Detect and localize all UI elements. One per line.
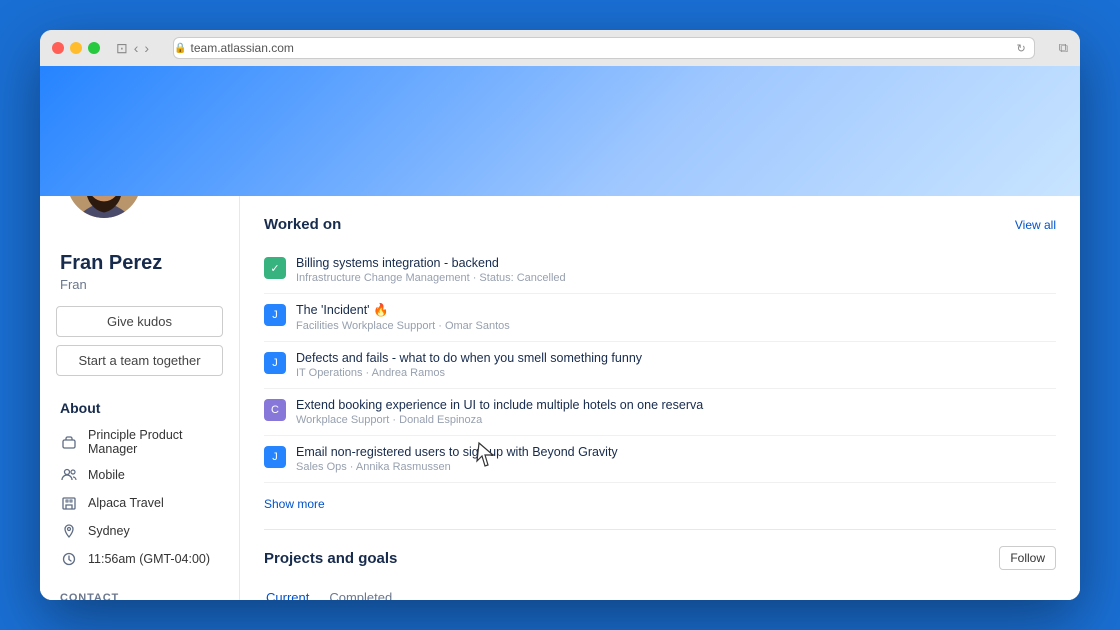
show-more-link[interactable]: Show more: [264, 491, 1056, 525]
lock-icon: 🔒: [174, 43, 186, 54]
sidebar: Fran Perez Fran Give kudos Start a team …: [40, 196, 240, 600]
close-button[interactable]: [52, 42, 64, 54]
back-button[interactable]: ‹: [134, 40, 139, 57]
work-item-meta-2: IT Operations · Andrea Ramos: [296, 367, 1056, 379]
location-text: Sydney: [88, 524, 130, 538]
work-item-icon-3: C: [264, 399, 286, 421]
traffic-lights: [52, 42, 100, 54]
minimize-button[interactable]: [70, 42, 82, 54]
work-item-icon-1: J: [264, 304, 286, 326]
projects-header: Projects and goals Follow: [264, 546, 1056, 570]
work-item-icon-4: J: [264, 446, 286, 468]
start-team-button[interactable]: Start a team together: [56, 345, 223, 376]
work-item-text-2: Defects and fails - what to do when you …: [296, 351, 1056, 379]
work-item-icon-2: J: [264, 352, 286, 374]
work-item-text-0: Billing systems integration - backend In…: [296, 256, 1056, 284]
address-bar[interactable]: 🔒 team.atlassian.com ↻: [173, 37, 1035, 59]
work-item-title-2[interactable]: Defects and fails - what to do when you …: [296, 351, 1056, 365]
main-content: Worked on View all ✓ Billing systems int…: [240, 196, 1080, 600]
work-item-title-4[interactable]: Email non-registered users to sign up wi…: [296, 445, 1056, 459]
table-row: C Extend booking experience in UI to inc…: [264, 389, 1056, 436]
reload-icon[interactable]: ↻: [1016, 42, 1025, 55]
page-body: Fran Perez Fran Give kudos Start a team …: [40, 196, 1080, 600]
team-text: Mobile: [88, 468, 125, 482]
table-row: ✓ Billing systems integration - backend …: [264, 247, 1056, 294]
profile-username: Fran: [40, 277, 239, 306]
briefcase-icon: [60, 433, 78, 451]
work-item-title-1[interactable]: The 'Incident' 🔥: [296, 303, 1056, 318]
clock-icon: [60, 550, 78, 568]
work-item-meta-3: Workplace Support · Donald Espinoza: [296, 414, 1056, 426]
mac-window: ⊡ ‹ › 🔒 team.atlassian.com ↻ ⧉: [40, 30, 1080, 600]
worked-on-title: Worked on: [264, 216, 341, 233]
team-item: Mobile: [60, 466, 219, 484]
about-title: About: [60, 400, 219, 416]
company-item: Alpaca Travel: [60, 494, 219, 512]
sidebar-top-spacer: [40, 196, 239, 240]
work-item-icon-0: ✓: [264, 257, 286, 279]
section-divider: [264, 529, 1056, 530]
titlebar: ⊡ ‹ › 🔒 team.atlassian.com ↻ ⧉: [40, 30, 1080, 66]
work-item-text-3: Extend booking experience in UI to inclu…: [296, 398, 1056, 426]
avatar-container: [64, 196, 144, 221]
work-item-meta-1: Facilities Workplace Support · Omar Sant…: [296, 320, 1056, 332]
forward-button[interactable]: ›: [144, 40, 149, 57]
about-section: About Principle Product Manager: [40, 392, 239, 582]
job-title-item: Principle Product Manager: [60, 428, 219, 456]
tab-bar: Current Completed: [264, 584, 1056, 600]
view-all-link[interactable]: View all: [1015, 218, 1056, 232]
job-title-text: Principle Product Manager: [88, 428, 219, 456]
people-icon: [60, 466, 78, 484]
work-item-meta-0: Infrastructure Change Management · Statu…: [296, 272, 1056, 284]
pip-button[interactable]: ⧉: [1059, 40, 1068, 56]
table-row: J Email non-registered users to sign up …: [264, 436, 1056, 483]
url-text: team.atlassian.com: [191, 41, 294, 55]
work-item-text-1: The 'Incident' 🔥 Facilities Workplace Su…: [296, 303, 1056, 332]
follow-button[interactable]: Follow: [999, 546, 1056, 570]
avatar: [64, 196, 144, 221]
work-item-text-4: Email non-registered users to sign up wi…: [296, 445, 1056, 473]
time-text: 11:56am (GMT-04:00): [88, 552, 210, 566]
contact-title: CONTACT: [60, 592, 219, 600]
time-item: 11:56am (GMT-04:00): [60, 550, 219, 568]
tab-completed[interactable]: Completed: [327, 584, 394, 600]
projects-title: Projects and goals: [264, 550, 397, 567]
sidebar-buttons: Give kudos Start a team together: [40, 306, 239, 376]
sidebar-icon[interactable]: ⊡: [116, 40, 128, 57]
profile-name: Fran Perez: [40, 240, 239, 277]
company-text: Alpaca Travel: [88, 496, 164, 510]
table-row: J Defects and fails - what to do when yo…: [264, 342, 1056, 389]
maximize-button[interactable]: [88, 42, 100, 54]
building-icon: [60, 494, 78, 512]
profile-banner: [40, 66, 1080, 196]
work-items-list: ✓ Billing systems integration - backend …: [264, 247, 1056, 483]
nav-controls: ⊡ ‹ ›: [116, 40, 149, 57]
page-content: Fran Perez Fran Give kudos Start a team …: [40, 66, 1080, 600]
give-kudos-button[interactable]: Give kudos: [56, 306, 223, 337]
location-icon: [60, 522, 78, 540]
work-item-title-3[interactable]: Extend booking experience in UI to inclu…: [296, 398, 1056, 412]
table-row: J The 'Incident' 🔥 Facilities Workplace …: [264, 294, 1056, 342]
contact-section: CONTACT jysong@atassian.com: [40, 582, 239, 600]
work-item-meta-4: Sales Ops · Annika Rasmussen: [296, 461, 1056, 473]
tab-current[interactable]: Current: [264, 584, 311, 600]
work-item-title-0[interactable]: Billing systems integration - backend: [296, 256, 1056, 270]
location-item: Sydney: [60, 522, 219, 540]
worked-on-header: Worked on View all: [264, 216, 1056, 233]
